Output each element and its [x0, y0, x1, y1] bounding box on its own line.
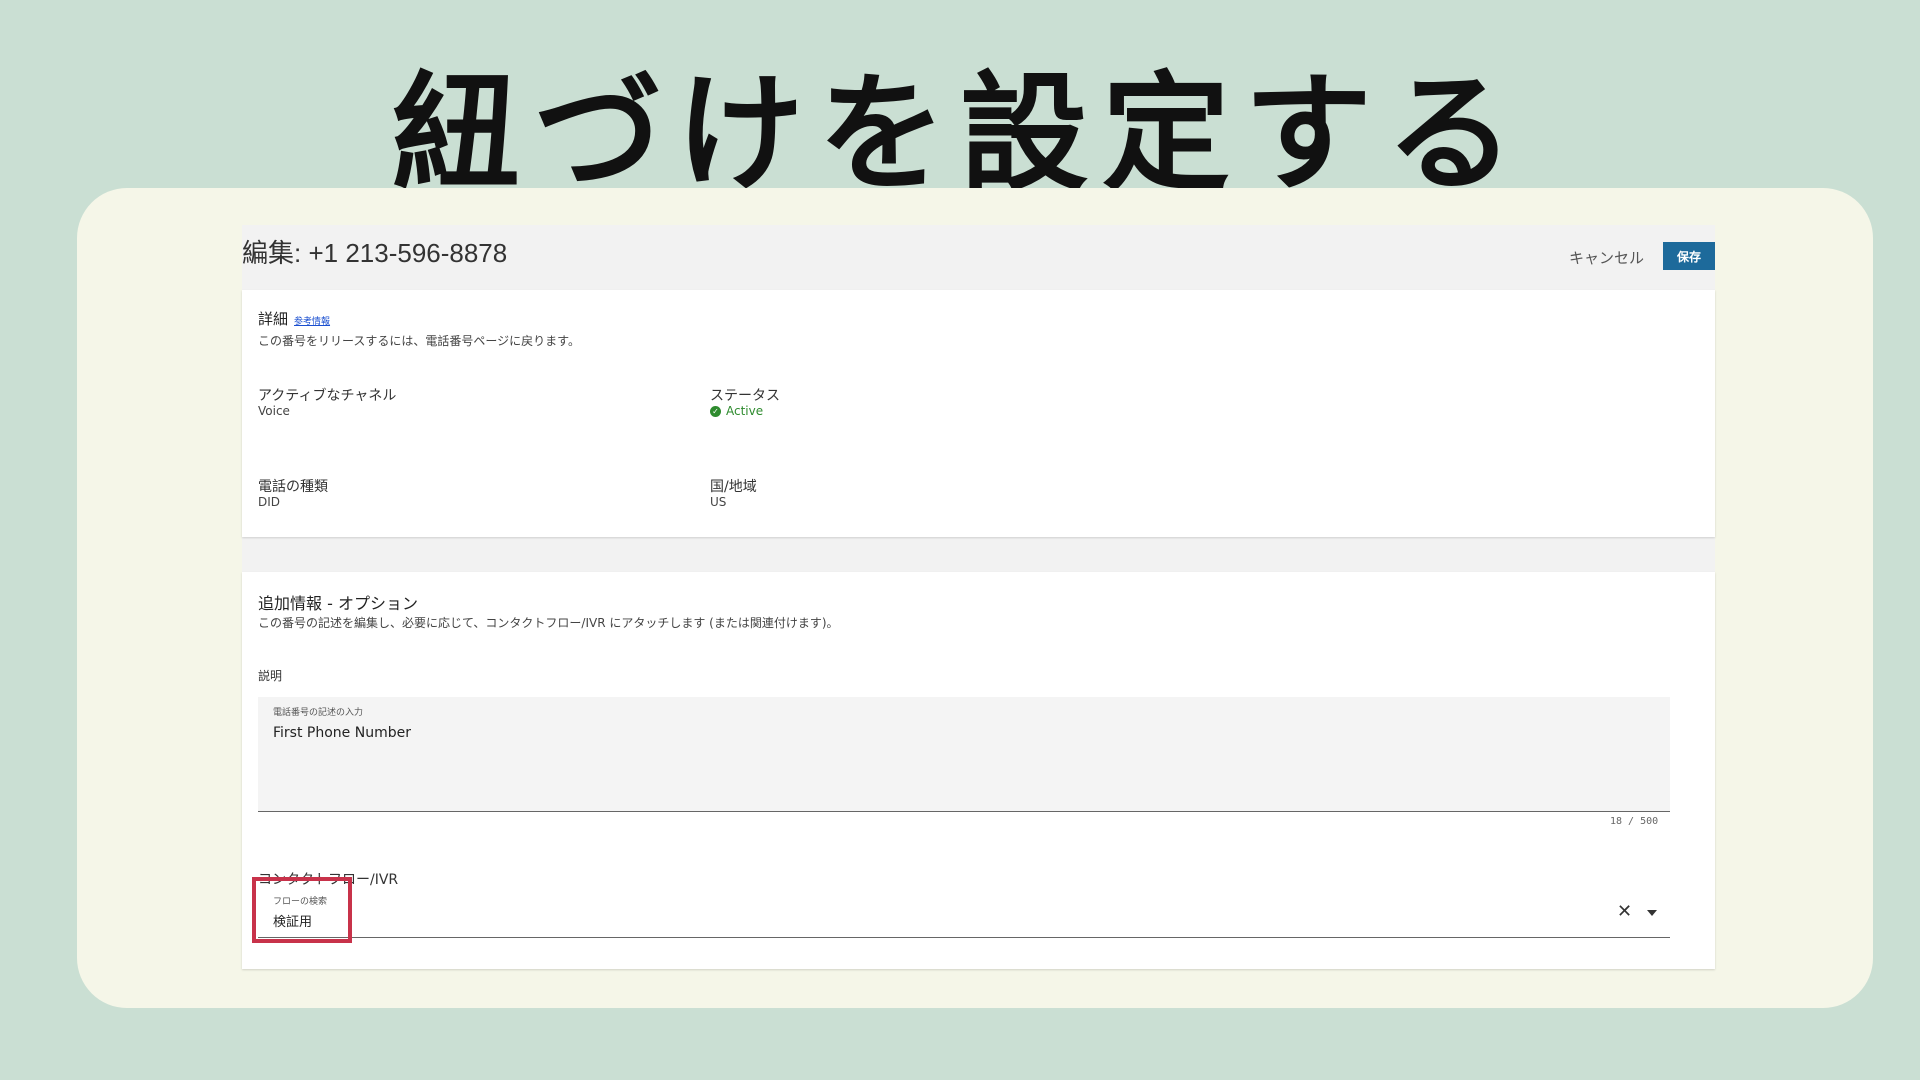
reference-link[interactable]: 参考情報	[294, 317, 330, 327]
description-label: 説明	[258, 669, 283, 683]
additional-info-panel: 追加情報 - オプション この番号の記述を編集し、必要に応じて、コンタクトフロー…	[242, 572, 1715, 969]
status-text: Active	[726, 404, 764, 418]
additional-info-description: この番号の記述を編集し、必要に応じて、コンタクトフロー/IVR にアタッチします…	[258, 616, 839, 630]
details-title-text: 詳細	[258, 310, 289, 328]
details-panel: 詳細 参考情報 この番号をリリースするには、電話番号ページに戻ります。 アクティブ…	[242, 290, 1715, 537]
active-channel-value: Voice	[258, 404, 290, 418]
flow-search-select[interactable]: フローの検索 検証用 ✕	[258, 886, 1670, 938]
highlight-box	[252, 877, 352, 943]
active-channel-label: アクティブなチャネル	[258, 388, 397, 404]
close-icon[interactable]: ✕	[1617, 901, 1632, 922]
phone-type-label: 電話の種類	[258, 479, 328, 495]
page-title: 編集: +1 213-596-8878	[242, 238, 508, 268]
save-button[interactable]: 保存	[1663, 242, 1715, 270]
status-label: ステータス	[710, 388, 780, 404]
phone-type-value: DID	[258, 495, 281, 509]
details-description: この番号をリリースするには、電話番号ページに戻ります。	[258, 334, 580, 348]
textarea-value[interactable]: First Phone Number	[273, 725, 411, 741]
additional-info-title: 追加情報 - オプション	[258, 594, 418, 613]
chevron-down-icon[interactable]	[1647, 910, 1657, 916]
check-circle-icon: ✓	[710, 405, 721, 417]
status-value: ✓ Active	[710, 404, 763, 418]
description-textarea[interactable]: 電話番号の記述の入力 First Phone Number	[258, 697, 1670, 812]
cancel-button[interactable]: キャンセル	[1569, 247, 1644, 268]
details-title: 詳細 参考情報	[258, 308, 330, 329]
textarea-label: 電話番号の記述の入力	[273, 708, 364, 718]
character-counter: 18 / 500	[1610, 816, 1659, 827]
country-value: US	[710, 495, 727, 509]
country-label: 国/地域	[710, 479, 757, 495]
edit-phone-number-page: 編集: +1 213-596-8878 キャンセル 保存 詳細 参考情報 この番号…	[242, 225, 1715, 969]
